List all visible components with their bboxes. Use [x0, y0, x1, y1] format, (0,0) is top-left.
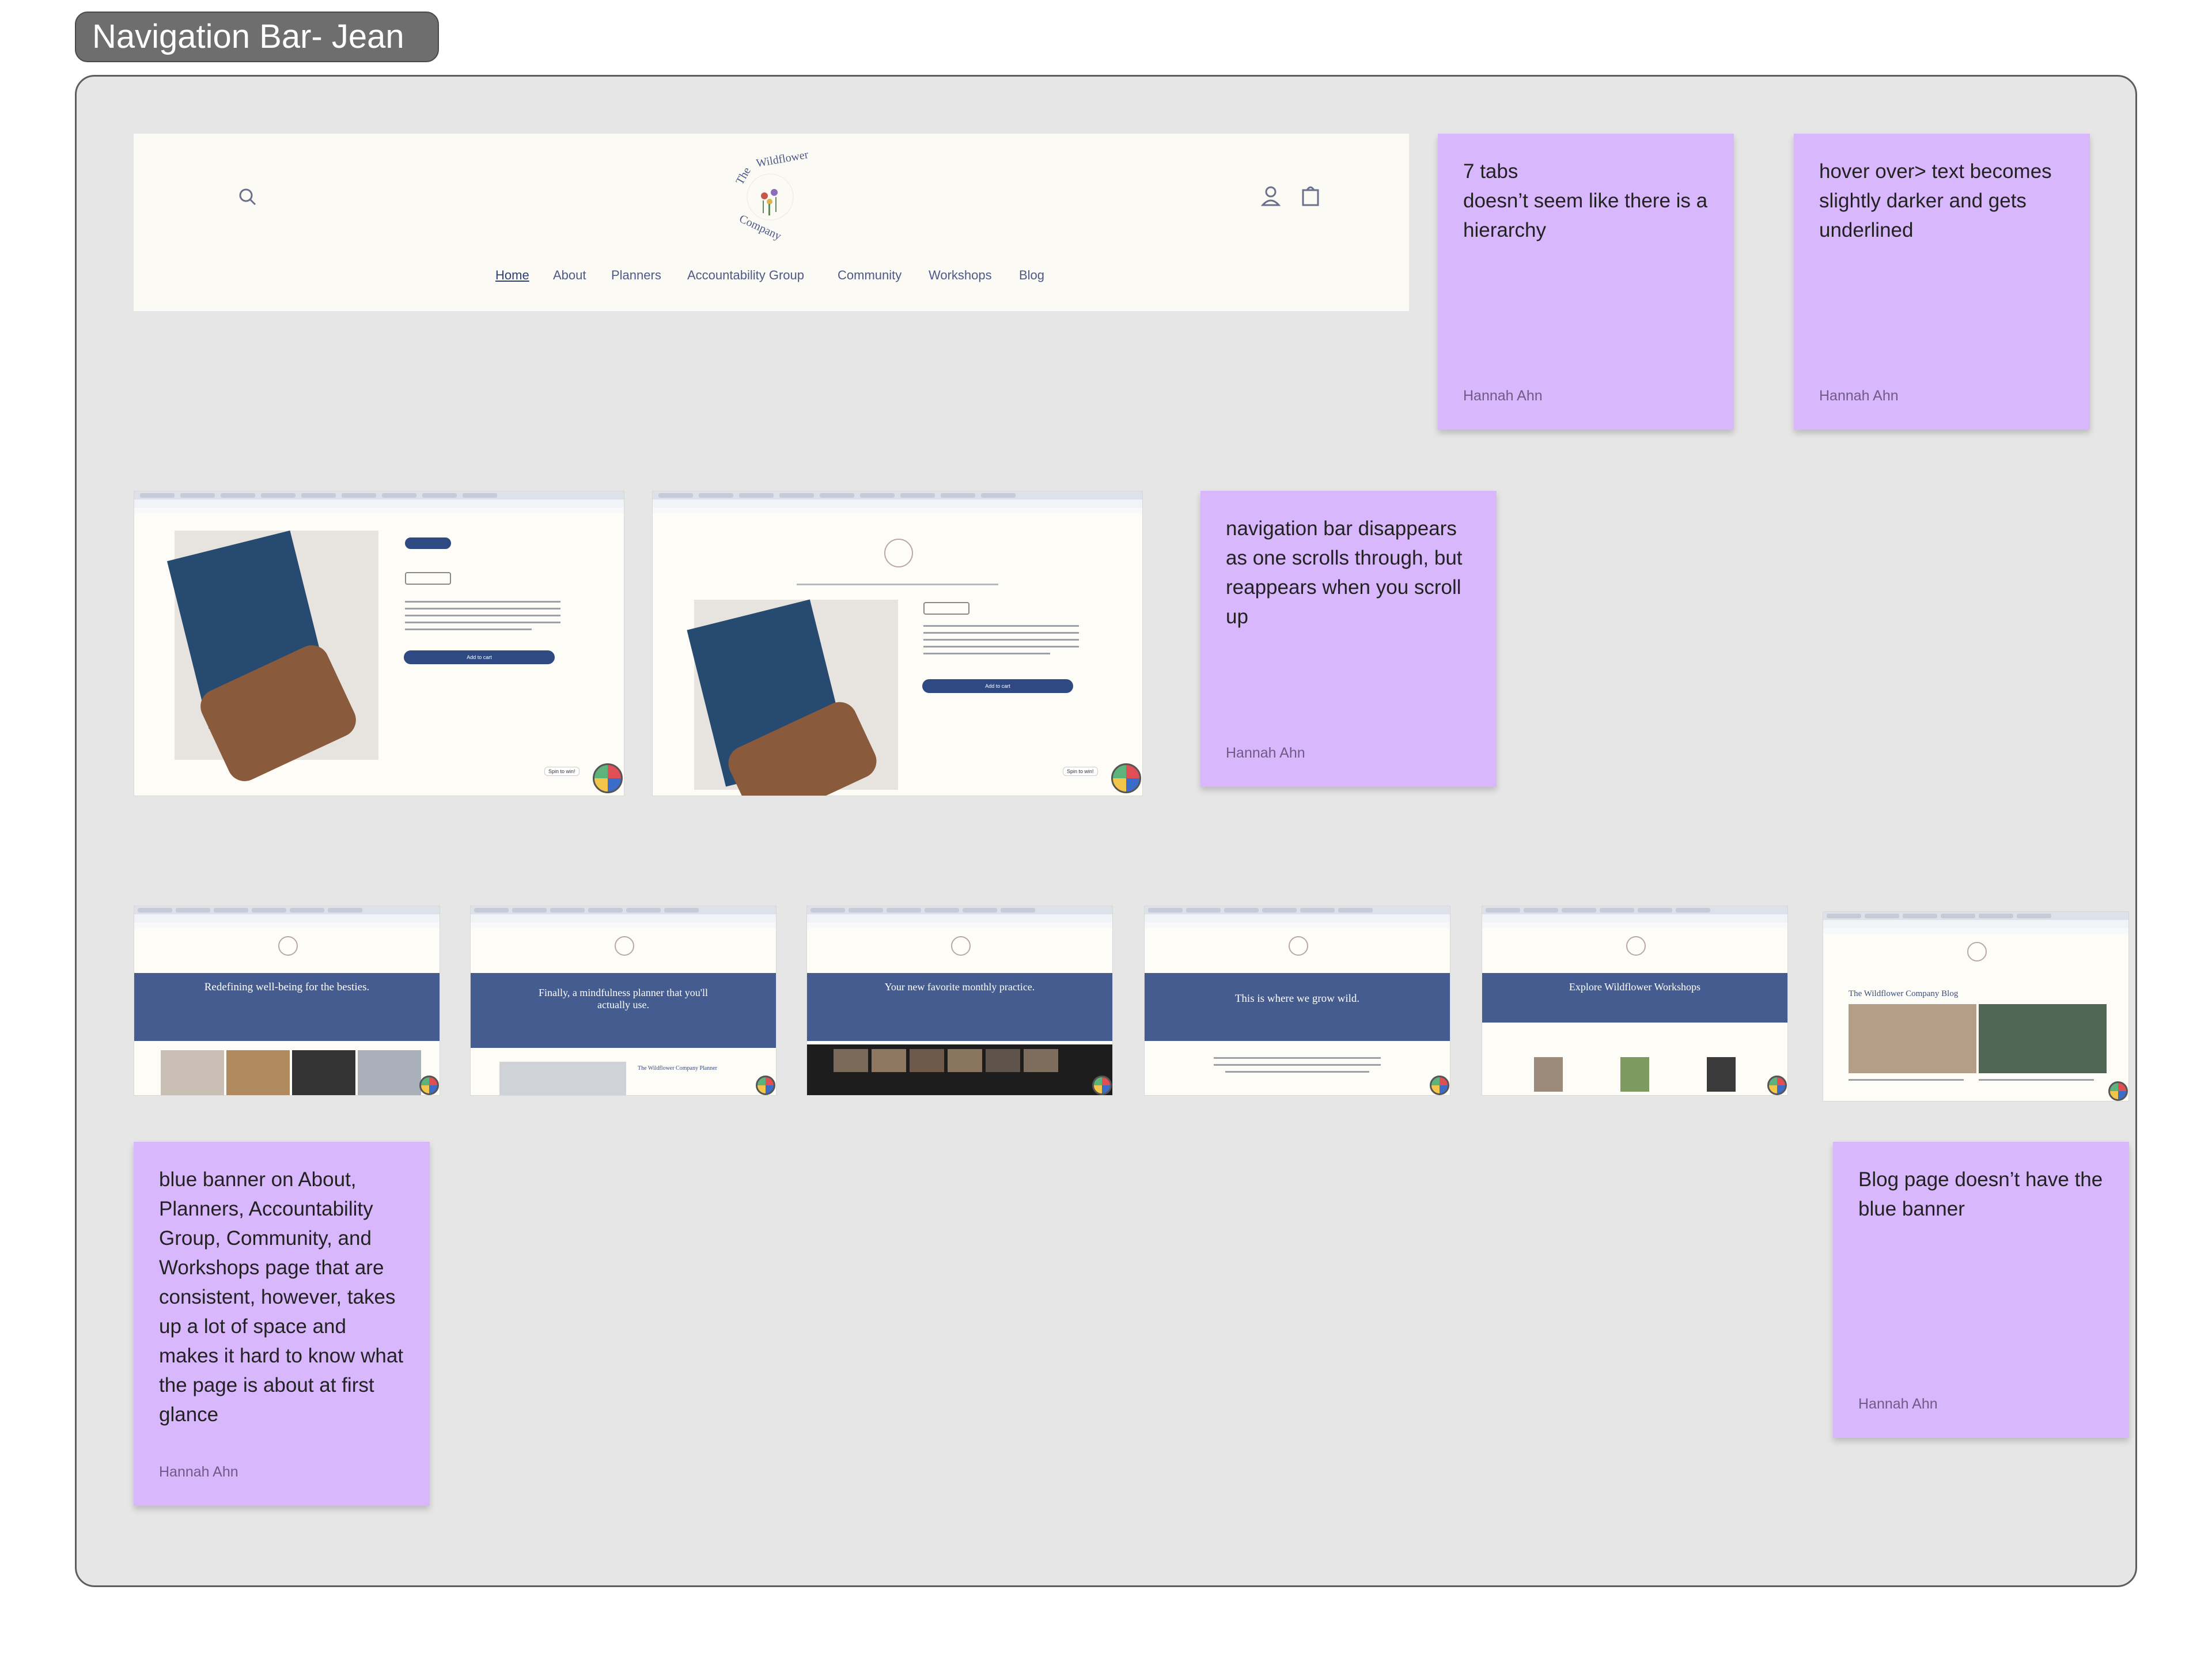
sticky-note-text: navigation bar disappears as one scrolls… [1226, 517, 1463, 628]
page-banner-title: Explore Wildflower Workshops [1569, 981, 1701, 993]
nav-link-about[interactable]: About [553, 268, 586, 283]
page-banner-title: Your new favorite monthly practice. [884, 981, 1035, 993]
product-page-screenshot-1: Add to cart Spin to win! [134, 491, 624, 796]
sticky-note-author: Hannah Ahn [1463, 388, 1543, 404]
page-thumb-blog: The Wildflower Company Blog [1823, 911, 2129, 1101]
sticky-note-hover[interactable]: hover over> text becomes slightly darker… [1794, 134, 2090, 430]
page-thumb-community: This is where we grow wild. [1144, 906, 1450, 1096]
spin-to-win-label[interactable]: Spin to win! [1063, 767, 1098, 776]
sticky-note-blog[interactable]: Blog page doesn’t have the blue banner H… [1833, 1142, 2129, 1438]
svg-text:Wildflower: Wildflower [755, 151, 809, 170]
planner-title: The Wildflower Company Planner [638, 1065, 717, 1072]
spin-to-win-label[interactable]: Spin to win! [544, 767, 579, 776]
sticky-note-text: Blog page doesn’t have the blue banner [1858, 1168, 2103, 1220]
product-page-screenshot-2: Add to cart Spin to win! [652, 491, 1143, 796]
nav-link-planners[interactable]: Planners [611, 268, 661, 283]
page-banner-title: This is where we grow wild. [1234, 993, 1360, 1005]
add-to-cart-button[interactable]: Add to cart [404, 650, 555, 664]
add-to-cart-button[interactable]: Add to cart [922, 679, 1073, 693]
cart-icon[interactable] [1300, 184, 1321, 207]
sticky-note-text: blue banner on About, Planners, Accounta… [159, 1168, 404, 1426]
sticky-note-author: Hannah Ahn [1226, 745, 1305, 761]
page-banner-title: Redefining well-being for the besties. [204, 981, 370, 993]
page-thumb-accountability-group: Your new favorite monthly practice. [806, 906, 1113, 1096]
sticky-note-banner[interactable]: blue banner on About, Planners, Accounta… [134, 1142, 430, 1506]
nav-link-accountability-group[interactable]: Accountability Group [687, 268, 804, 283]
sticky-note-text: hover over> text becomes slightly darker… [1819, 160, 2052, 241]
section-title[interactable]: Navigation Bar- Jean [75, 12, 439, 62]
spin-wheel-icon[interactable] [1111, 763, 1141, 793]
svg-text:The: The [733, 165, 753, 187]
sticky-note-author: Hannah Ahn [1858, 1396, 1938, 1412]
sticky-note-text: 7 tabs doesn’t seem like there is a hier… [1463, 160, 1708, 241]
spin-wheel-icon[interactable] [593, 763, 623, 793]
sticky-note-author: Hannah Ahn [1819, 388, 1899, 404]
page-thumb-workshops: Explore Wildflower Workshops [1482, 906, 1788, 1096]
nav-link-workshops[interactable]: Workshops [929, 268, 992, 283]
svg-text:Company: Company [737, 213, 783, 243]
page-thumb-about: Redefining well-being for the besties. [134, 906, 440, 1096]
page-thumb-planners: Finally, a mindfulness planner that you'… [470, 906, 777, 1096]
nav-link-community[interactable]: Community [838, 268, 902, 283]
nav-link-blog[interactable]: Blog [1019, 268, 1044, 283]
sticky-note-author: Hannah Ahn [159, 1464, 238, 1480]
nav-link-home[interactable]: Home [495, 268, 529, 283]
wildflower-logo[interactable]: The Wildflower Company [721, 148, 819, 243]
blog-title: The Wildflower Company Blog [1849, 989, 1959, 998]
page-banner-title: Finally, a mindfulness planner that you'… [538, 987, 709, 1010]
account-icon[interactable] [1260, 184, 1281, 207]
navbar-screenshot: The Wildflower Company [134, 134, 1409, 311]
sticky-note-scroll[interactable]: navigation bar disappears as one scrolls… [1200, 491, 1497, 787]
sticky-note-tabs[interactable]: 7 tabs doesn’t seem like there is a hier… [1438, 134, 1734, 430]
search-icon[interactable] [236, 185, 259, 209]
